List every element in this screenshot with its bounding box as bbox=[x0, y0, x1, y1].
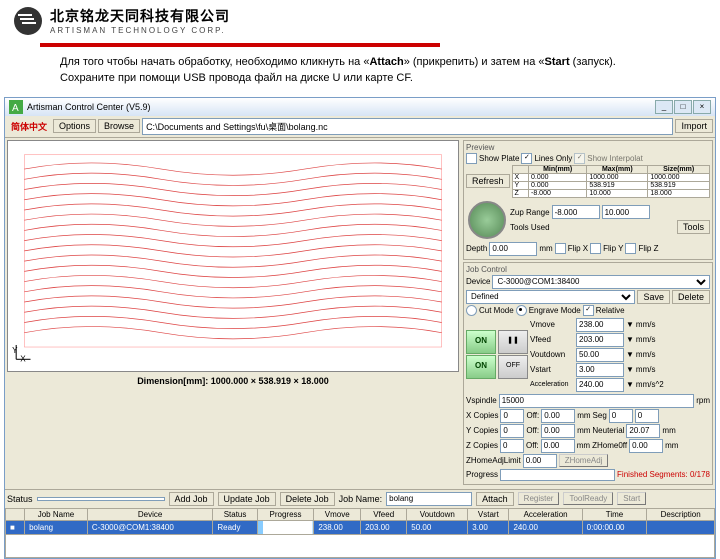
relative-cb[interactable]: ✓ bbox=[583, 305, 594, 316]
import-button[interactable]: Import bbox=[675, 119, 713, 133]
register-button[interactable]: Register bbox=[518, 492, 560, 505]
zhome-input[interactable] bbox=[629, 439, 663, 453]
attach-button[interactable]: Attach bbox=[476, 492, 514, 506]
on2-button[interactable]: ON bbox=[466, 355, 496, 379]
tools-button[interactable]: Tools bbox=[677, 220, 710, 234]
cut-mode-radio[interactable] bbox=[466, 305, 477, 316]
acc-input[interactable] bbox=[576, 378, 624, 392]
engrave-mode-radio[interactable] bbox=[516, 305, 527, 316]
zoff[interactable] bbox=[541, 439, 575, 453]
vstart-input[interactable] bbox=[576, 363, 624, 377]
dimension-label: Dimension[mm]: 1000.000 × 538.919 × 18.0… bbox=[5, 374, 461, 388]
minimize-button[interactable]: _ bbox=[655, 100, 673, 114]
toolready-button[interactable]: ToolReady bbox=[563, 492, 613, 505]
neu-input[interactable] bbox=[626, 424, 660, 438]
status-field bbox=[37, 497, 165, 501]
intro-text: Для того чтобы начать обработку, необход… bbox=[0, 55, 720, 97]
interp-cb[interactable]: ✓ bbox=[574, 153, 585, 164]
vfeed-input[interactable] bbox=[576, 333, 624, 347]
show-plate-cb[interactable] bbox=[466, 153, 477, 164]
close-button[interactable]: × bbox=[693, 100, 711, 114]
options-button[interactable]: Options bbox=[53, 119, 96, 133]
job-table[interactable]: Job NameDeviceStatusProgressVmoveVfeedVo… bbox=[5, 508, 715, 558]
file-path[interactable]: C:\Documents and Settings\fu\桌面\bolang.n… bbox=[142, 118, 673, 135]
pause-button[interactable]: ❚❚ bbox=[498, 330, 528, 354]
ycopies[interactable] bbox=[500, 424, 524, 438]
voutdown-input[interactable] bbox=[576, 348, 624, 362]
seg2[interactable] bbox=[635, 409, 659, 423]
segment-status: Finished Segments: 0/178 bbox=[617, 470, 710, 479]
zup-min[interactable] bbox=[552, 205, 600, 219]
app-icon: A bbox=[9, 100, 23, 114]
svg-text:Y: Y bbox=[12, 346, 18, 355]
device-select[interactable]: C-3000@COM1:38400 bbox=[492, 275, 710, 289]
flipx-cb[interactable] bbox=[555, 243, 566, 254]
yoff[interactable] bbox=[541, 424, 575, 438]
table-row[interactable] bbox=[6, 534, 715, 557]
job-name-input[interactable] bbox=[386, 492, 472, 506]
zup-max[interactable] bbox=[602, 205, 650, 219]
svg-text:A: A bbox=[12, 103, 19, 114]
depth-input[interactable] bbox=[489, 242, 537, 256]
logo bbox=[14, 7, 42, 35]
xoff[interactable] bbox=[541, 409, 575, 423]
company-cn: 北京铭龙天同科技有限公司 bbox=[50, 6, 230, 26]
defined-select[interactable]: Defined bbox=[466, 290, 635, 304]
table-row[interactable]: ■bolangC-3000@COM1:38400Ready238.00203.0… bbox=[6, 520, 715, 534]
titlebar: A Artisman Control Center (V5.9) _ □ × bbox=[5, 98, 715, 116]
delete-job-button[interactable]: Delete Job bbox=[280, 492, 335, 506]
save-button[interactable]: Save bbox=[637, 290, 670, 304]
update-job-button[interactable]: Update Job bbox=[218, 492, 276, 506]
lang-toggle[interactable]: 简体中文 bbox=[7, 120, 51, 133]
app-window: A Artisman Control Center (V5.9) _ □ × 简… bbox=[4, 97, 716, 559]
on-button[interactable]: ON bbox=[466, 330, 496, 354]
delete-button[interactable]: Delete bbox=[672, 290, 710, 304]
preview-label: Preview bbox=[466, 143, 710, 152]
zhomeadj-button[interactable]: ZHomeAdj bbox=[559, 454, 609, 467]
job-label: Job Control bbox=[466, 265, 710, 274]
window-title: Artisman Control Center (V5.9) bbox=[27, 102, 151, 112]
vspindle-input[interactable] bbox=[499, 394, 695, 408]
seg1[interactable] bbox=[609, 409, 633, 423]
zadj-input[interactable] bbox=[523, 454, 557, 468]
progress-bar bbox=[500, 469, 615, 481]
maximize-button[interactable]: □ bbox=[674, 100, 692, 114]
preview-canvas[interactable]: YX bbox=[7, 140, 459, 372]
divider bbox=[40, 43, 440, 47]
zcopies[interactable] bbox=[500, 439, 524, 453]
add-job-button[interactable]: Add Job bbox=[169, 492, 214, 506]
xcopies[interactable] bbox=[500, 409, 524, 423]
refresh-button[interactable]: Refresh bbox=[466, 174, 510, 188]
lines-only-cb[interactable]: ✓ bbox=[521, 153, 532, 164]
flipz-cb[interactable] bbox=[625, 243, 636, 254]
start-button[interactable]: Start bbox=[617, 492, 646, 505]
flipy-cb[interactable] bbox=[590, 243, 601, 254]
jog-wheel[interactable] bbox=[468, 201, 506, 239]
browse-button[interactable]: Browse bbox=[98, 119, 140, 133]
company-en: ARTISMAN TECHNOLOGY CORP. bbox=[50, 26, 230, 35]
vmove-input[interactable] bbox=[576, 318, 624, 332]
off-button[interactable]: OFF bbox=[498, 355, 528, 379]
